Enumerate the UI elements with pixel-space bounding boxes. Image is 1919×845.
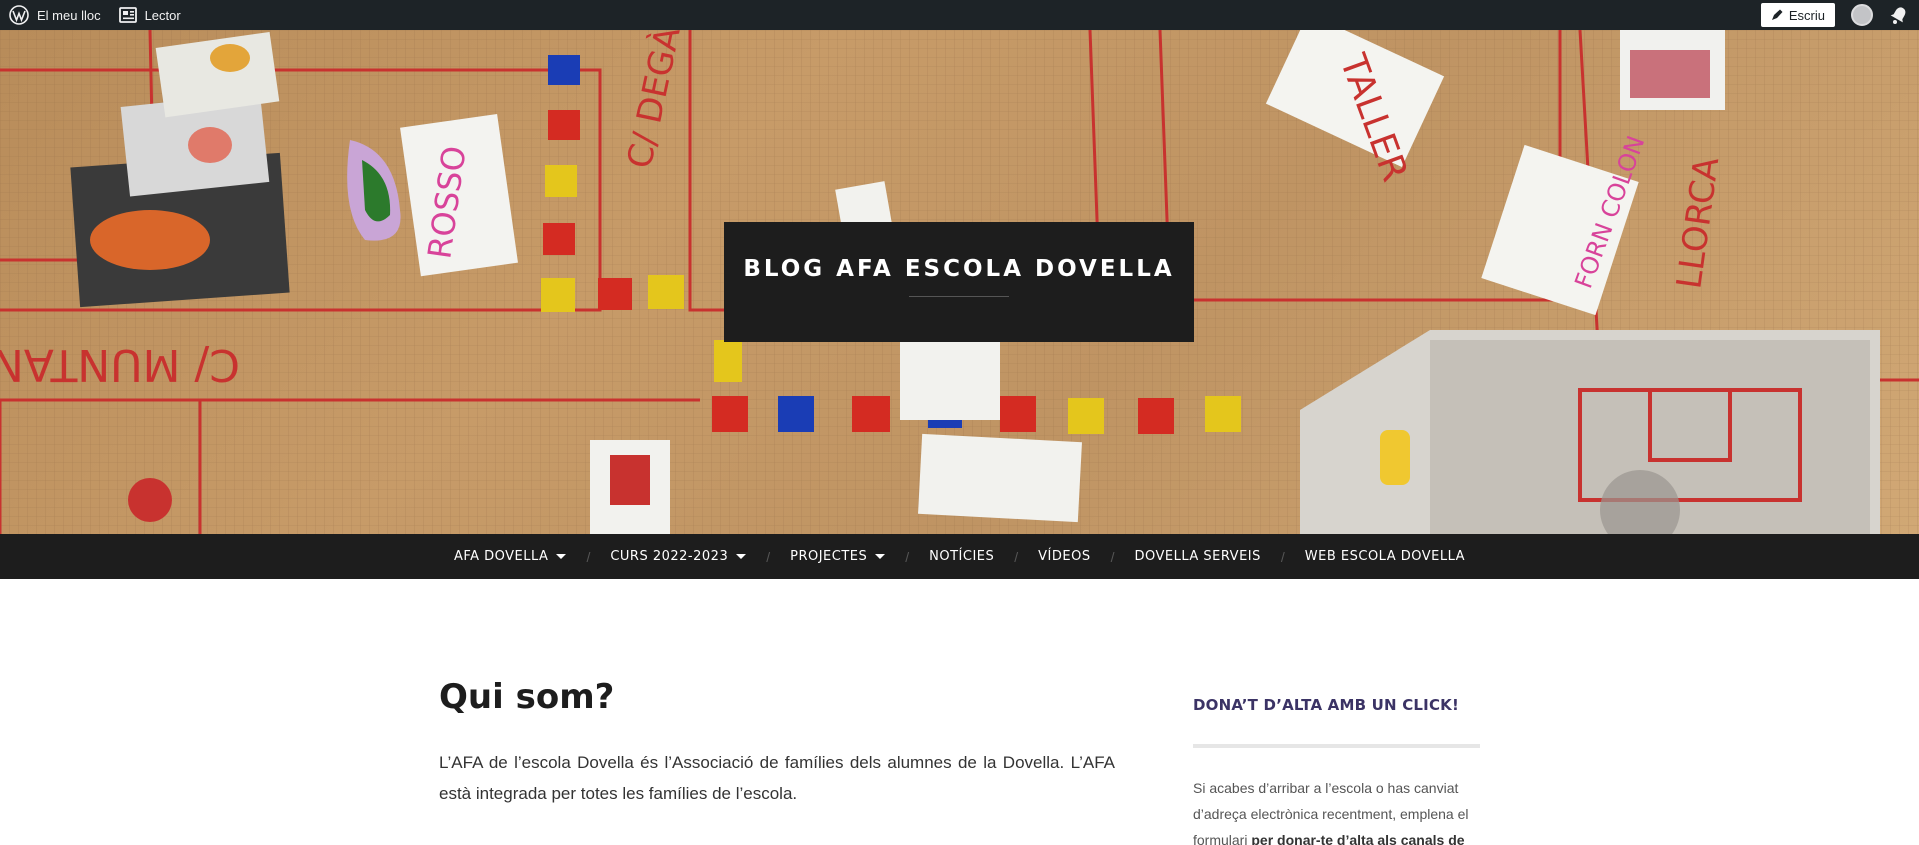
reader-label: Lector [144,7,181,23]
sidebar-widget-title: DONA’T D’ALTA AMB UN CLICK! [1193,696,1460,714]
avatar[interactable] [1851,4,1873,26]
intro-paragraph: L’AFA de l’escola Dovella és l’Associaci… [439,753,1115,803]
wordpress-logo-icon [9,5,29,25]
my-site-menu[interactable]: El meu lloc [0,0,110,30]
nav-item-videos[interactable]: VÍDEOS [1038,549,1090,564]
nav-item-label: CURS 2022-2023 [610,549,729,564]
nav-item-dovella-serveis[interactable]: DOVELLA SERVEIS [1134,549,1260,564]
signup-form-link[interactable]: per donar-te d’alta als canals de [1251,832,1464,845]
admin-bar: El meu lloc Lector Escriu [0,0,1919,30]
caret-down-icon [556,554,567,559]
nav-item-label: VÍDEOS [1038,549,1091,564]
nav-separator: / [766,548,771,565]
main-navigation: AFA DOVELLA / CURS 2022-2023 / PROJECTES… [0,534,1919,579]
site-title-box[interactable]: BLOG AFA ESCOLA DOVELLA [724,222,1194,342]
reader-icon [118,7,137,23]
page-content: Qui som? L’AFA de l’escola Dovella és l’… [0,579,1919,845]
site-title[interactable]: BLOG AFA ESCOLA DOVELLA [724,256,1194,282]
header-image: C/ MUNTANYA C/ DEGÀ ROSSO TALLER FORN CO… [0,30,1919,534]
pen-icon [1771,9,1783,20]
nav-item-noticies[interactable]: NOTÍCIES [929,549,994,564]
nav-item-label: PROJECTES [790,549,868,564]
nav-separator: / [1280,548,1285,565]
nav-item-label: AFA DOVELLA [453,549,549,564]
nav-item-projectes[interactable]: PROJECTES [790,549,886,564]
widget-divider [1193,744,1480,748]
notifications-bell-icon[interactable] [1889,5,1909,25]
street-label-muntanya: C/ MUNTANYA [0,339,240,390]
nav-separator: / [586,548,591,565]
nav-item-curs[interactable]: CURS 2022-2023 [610,549,747,564]
nav-item-afa-dovella[interactable]: AFA DOVELLA [454,549,567,564]
write-button[interactable]: Escriu [1760,3,1835,27]
nav-item-web-escola[interactable]: WEB ESCOLA DOVELLA [1305,549,1465,564]
nav-separator: / [905,548,910,565]
nav-item-label: WEB ESCOLA DOVELLA [1304,549,1466,564]
nav-item-label: NOTÍCIES [929,549,995,564]
nav-item-label: DOVELLA SERVEIS [1134,549,1261,564]
title-divider [909,296,1009,297]
sidebar-widget-text: Si acabes d’arribar a l’escola o has can… [1193,775,1480,845]
caret-down-icon [875,554,886,559]
my-site-label: El meu lloc [37,7,101,23]
page-title: Qui som? [439,677,615,717]
reader-menu[interactable]: Lector [110,0,190,30]
write-label: Escriu [1788,7,1825,23]
nav-separator: / [1110,548,1115,565]
caret-down-icon [736,554,747,559]
nav-separator: / [1014,548,1019,565]
